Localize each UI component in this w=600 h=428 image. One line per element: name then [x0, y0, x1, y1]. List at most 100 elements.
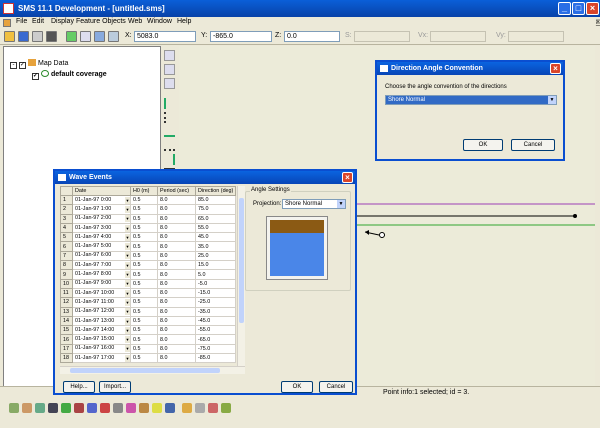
period-cell[interactable]: 8.0 — [157, 241, 196, 252]
chevron-down-icon[interactable]: ▼ — [125, 345, 130, 353]
date-cell[interactable]: ▼ 01-Jan-97 5:00 — [72, 241, 131, 252]
h0-cell[interactable]: 0.5 — [130, 297, 158, 308]
h0-cell[interactable]: 0.5 — [130, 343, 158, 355]
period-cell[interactable]: 8.0 — [157, 315, 196, 327]
chevron-down-icon[interactable]: ▼ — [125, 271, 130, 279]
cross-section-icon[interactable] — [126, 403, 136, 413]
lock-icon[interactable] — [108, 31, 119, 42]
table-row[interactable]: 14 ▼ 01-Jan-97 13:00 0.5 8.0 -45.0 — [60, 315, 236, 327]
raster-module-icon[interactable] — [113, 403, 123, 413]
menu-web[interactable]: Web — [128, 18, 142, 25]
select-vertex-icon[interactable] — [164, 140, 175, 151]
h0-cell[interactable]: 0.5 — [130, 250, 158, 262]
help-button[interactable]: Help... — [63, 381, 95, 393]
menu-feature-objects[interactable]: Feature Objects — [76, 18, 126, 25]
print-icon[interactable] — [32, 31, 43, 42]
column-header-date[interactable]: Date — [72, 186, 131, 196]
frame-icon[interactable] — [94, 31, 105, 42]
h0-cell[interactable]: 0.5 — [130, 325, 158, 336]
h0-cell[interactable]: 0.5 — [130, 222, 158, 234]
chevron-down-icon[interactable]: ▼ — [125, 308, 130, 316]
select-arc-icon[interactable] — [164, 154, 175, 165]
table-row[interactable]: 11 ▼ 01-Jan-97 10:00 0.5 8.0 -15.0 — [60, 287, 236, 299]
expand-icon[interactable]: - — [10, 62, 17, 69]
h0-cell[interactable]: 0.5 — [130, 194, 158, 206]
h0-cell[interactable]: 0.5 — [130, 232, 158, 243]
period-cell[interactable]: 8.0 — [157, 194, 196, 206]
date-cell[interactable]: ▼ 01-Jan-97 16:00 — [72, 343, 131, 355]
cartesian-grid-icon[interactable] — [48, 403, 58, 413]
selected-point[interactable] — [379, 232, 385, 238]
y-coordinate-field[interactable]: -865.0 — [210, 31, 272, 42]
h0-cell[interactable]: 0.5 — [130, 213, 158, 224]
chevron-down-icon[interactable]: ▼ — [125, 326, 130, 334]
direction-ok-button[interactable]: OK — [463, 139, 503, 151]
table-row[interactable]: 16 ▼ 01-Jan-97 15:00 0.5 8.0 -65.0 — [60, 334, 236, 345]
direction-cell[interactable]: -35.0 — [195, 306, 236, 317]
menu-edit[interactable]: Edit — [32, 18, 44, 25]
grid-module-icon[interactable] — [22, 403, 32, 413]
chevron-down-icon[interactable]: ▼ — [125, 252, 130, 260]
chevron-down-icon[interactable]: ▼ — [125, 233, 130, 241]
menu-window[interactable]: Window — [147, 18, 172, 25]
direction-cell[interactable]: -25.0 — [195, 297, 236, 308]
import-button[interactable]: Import... — [99, 381, 131, 393]
h0-cell[interactable]: 0.5 — [130, 269, 158, 280]
direction-cell[interactable]: 75.0 — [195, 204, 236, 215]
table-row[interactable]: 18 ▼ 01-Jan-97 17:00 0.5 8.0 -85.0 — [60, 353, 236, 364]
period-cell[interactable]: 8.0 — [157, 269, 196, 280]
zoom-tool-icon[interactable] — [164, 64, 175, 75]
checkbox-icon[interactable]: ✓ — [19, 62, 26, 69]
table-row[interactable]: 6 ▼ 01-Jan-97 5:00 0.5 8.0 35.0 — [60, 241, 236, 252]
mdi-close-button[interactable]: × — [596, 19, 600, 26]
h0-cell[interactable]: 0.5 — [130, 306, 158, 317]
direction-cell[interactable]: -15.0 — [195, 287, 236, 299]
h0-cell[interactable]: 0.5 — [130, 204, 158, 215]
minimize-button[interactable]: _ — [558, 2, 571, 15]
direction-cell[interactable]: -55.0 — [195, 325, 236, 336]
maximize-button[interactable]: □ — [572, 2, 585, 15]
rotate-tool-icon[interactable] — [164, 78, 175, 89]
chevron-down-icon[interactable]: ▼ — [548, 96, 556, 104]
date-cell[interactable]: ▼ 01-Jan-97 4:00 — [72, 232, 131, 243]
h0-cell[interactable]: 0.5 — [130, 241, 158, 252]
date-cell[interactable]: ▼ 01-Jan-97 14:00 — [72, 325, 131, 336]
coastal-module-icon[interactable] — [165, 403, 175, 413]
table-row[interactable]: 15 ▼ 01-Jan-97 14:00 0.5 8.0 -55.0 — [60, 325, 236, 336]
wave-module-icon[interactable] — [139, 403, 149, 413]
select-feature-icon[interactable] — [164, 98, 175, 109]
chevron-down-icon[interactable]: ▼ — [125, 224, 130, 232]
menu-help[interactable]: Help — [177, 18, 191, 25]
direction-cell[interactable]: 5.0 — [195, 269, 236, 280]
particle-module-icon[interactable] — [74, 403, 84, 413]
chevron-down-icon[interactable]: ▼ — [125, 205, 130, 213]
direction-cell[interactable]: 85.0 — [195, 194, 236, 206]
date-cell[interactable]: ▼ 01-Jan-97 12:00 — [72, 306, 131, 317]
h0-cell[interactable]: 0.5 — [130, 287, 158, 299]
period-cell[interactable]: 8.0 — [157, 353, 196, 364]
date-cell[interactable]: ▼ 01-Jan-97 0:00 — [72, 194, 131, 206]
arc-node[interactable] — [573, 214, 577, 218]
h0-cell[interactable]: 0.5 — [130, 353, 158, 364]
hscrollbar-thumb[interactable] — [70, 368, 220, 373]
ruler-icon[interactable] — [152, 403, 162, 413]
chevron-down-icon[interactable]: ▼ — [125, 354, 130, 362]
chevron-down-icon[interactable]: ▼ — [125, 317, 130, 325]
direction-cell[interactable]: 45.0 — [195, 232, 236, 243]
direction-cell[interactable]: -65.0 — [195, 334, 236, 345]
table-row[interactable]: 3 ▼ 01-Jan-97 2:00 0.5 8.0 65.0 — [60, 213, 236, 224]
tool-icon-3[interactable] — [208, 403, 218, 413]
period-cell[interactable]: 8.0 — [157, 204, 196, 215]
chevron-down-icon[interactable]: ▼ — [125, 196, 130, 204]
open-folder-icon[interactable] — [4, 31, 15, 42]
wave-cancel-button[interactable]: Cancel — [319, 381, 353, 393]
chevron-down-icon[interactable]: ▼ — [337, 200, 345, 208]
date-cell[interactable]: ▼ 01-Jan-97 8:00 — [72, 269, 131, 280]
close-button[interactable]: × — [586, 2, 599, 15]
direction-dialog-close-button[interactable]: × — [550, 63, 561, 74]
tool-icon-1[interactable] — [182, 403, 192, 413]
gis-module-icon[interactable] — [87, 403, 97, 413]
h0-cell[interactable]: 0.5 — [130, 334, 158, 345]
h0-cell[interactable]: 0.5 — [130, 315, 158, 327]
save-icon[interactable] — [18, 31, 29, 42]
